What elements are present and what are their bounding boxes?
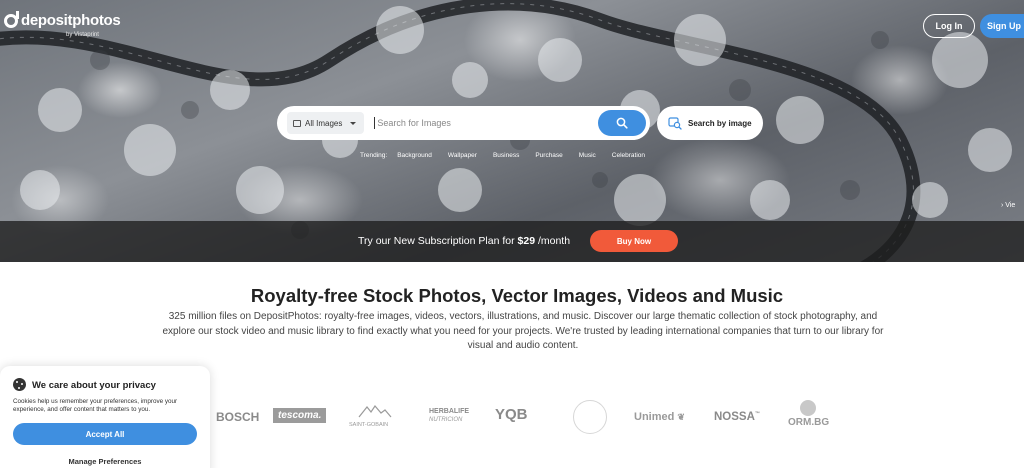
trending-tag[interactable]: Music xyxy=(579,152,596,159)
saint-gobain-mark xyxy=(358,405,392,418)
saint-gobain-label: SAINT-GOBAIN xyxy=(349,422,389,428)
promo-text: Try our New Subscription Plan for $29 /m… xyxy=(358,235,570,247)
search-icon xyxy=(616,117,628,129)
accept-all-button[interactable]: Accept All xyxy=(13,423,197,445)
trending-tag[interactable]: Purchase xyxy=(535,152,562,159)
image-type-label: All Images xyxy=(305,118,343,128)
unimed-label: Unimed xyxy=(634,411,675,423)
herbalife-label: HERBALIFE xyxy=(429,408,470,415)
image-type-select[interactable]: All Images xyxy=(287,112,365,134)
brand-logo-saint-gobain: SAINT-GOBAIN xyxy=(349,404,399,430)
promo-prefix: Try our New Subscription Plan for xyxy=(358,235,515,247)
logo-subtitle: by Vistaprint xyxy=(66,32,99,38)
cookie-title: We care about your privacy xyxy=(32,380,156,391)
promo-suffix: /month xyxy=(537,235,571,247)
page-title: Royalty-free Stock Photos, Vector Images… xyxy=(250,285,784,306)
cookie-consent-panel: We care about your privacy Cookies help … xyxy=(0,366,210,468)
trending-tag[interactable]: Celebration xyxy=(612,152,645,159)
image-search-icon xyxy=(668,116,682,130)
trending-tag[interactable]: Background xyxy=(397,152,432,159)
brand-logo-nossa: NOSSA™ xyxy=(714,411,760,423)
brand-logo-circle xyxy=(573,400,607,434)
brand-logo-bosch: BOSCH xyxy=(216,410,260,424)
cookie-text: Cookies help us remember your preference… xyxy=(13,398,178,413)
login-button[interactable]: Log In xyxy=(923,14,975,38)
logo-icon xyxy=(4,10,19,28)
logo-text: depositphotos xyxy=(21,12,121,29)
view-link[interactable]: › Vie xyxy=(1001,202,1015,209)
trending-tags: Trending: Background Wallpaper Business … xyxy=(360,152,661,159)
herbalife-sub: NUTRICION xyxy=(429,417,463,423)
brand-logo-yqb: YQB xyxy=(495,406,528,423)
search-by-image-label: Search by image xyxy=(688,118,752,128)
manage-preferences-link[interactable]: Manage Preferences xyxy=(0,457,210,466)
page-description: 325 million files on DepositPhotos: roya… xyxy=(162,311,884,351)
trademark-symbol: ™ xyxy=(754,411,760,418)
trending-tag[interactable]: Wallpaper xyxy=(448,152,477,159)
view-link-label: Vie xyxy=(1005,202,1016,209)
trending-tag[interactable]: Business xyxy=(493,152,519,159)
brand-logo-ormbg: ORM.BG xyxy=(788,400,832,430)
caret-down-icon xyxy=(350,121,357,125)
image-icon xyxy=(293,119,301,127)
brand-logo-tescoma: tescoma. xyxy=(273,408,327,423)
page: depositphotos by Vistaprint Log In Sign … xyxy=(0,0,1024,468)
promo-bar: Try our New Subscription Plan for $29 /m… xyxy=(0,221,1024,262)
brand-logo-herbalife: HERBALIFE NUTRICION xyxy=(419,408,479,428)
search-button[interactable] xyxy=(598,110,646,136)
signup-button[interactable]: Sign Up xyxy=(980,14,1024,38)
nossa-label: NOSSA xyxy=(714,411,755,423)
promo-price: $29 xyxy=(517,235,536,247)
logo[interactable]: depositphotos xyxy=(4,10,121,29)
unimed-icon: ❦ xyxy=(677,412,685,422)
search-by-image-button[interactable]: Search by image xyxy=(657,106,763,140)
ormbg-label: ORM.BG xyxy=(788,417,830,428)
cookie-icon xyxy=(13,378,26,391)
chevron-right-icon: › xyxy=(1001,202,1004,209)
search-input[interactable] xyxy=(374,117,603,129)
buy-now-button[interactable]: Buy Now xyxy=(590,230,678,252)
trending-label: Trending: xyxy=(360,152,388,159)
search-bar: All Images xyxy=(277,106,650,140)
hero-banner: depositphotos by Vistaprint Log In Sign … xyxy=(0,0,1024,262)
ormbg-mark xyxy=(800,400,816,416)
brand-logo-unimed: Unimed ❦ xyxy=(634,411,685,423)
